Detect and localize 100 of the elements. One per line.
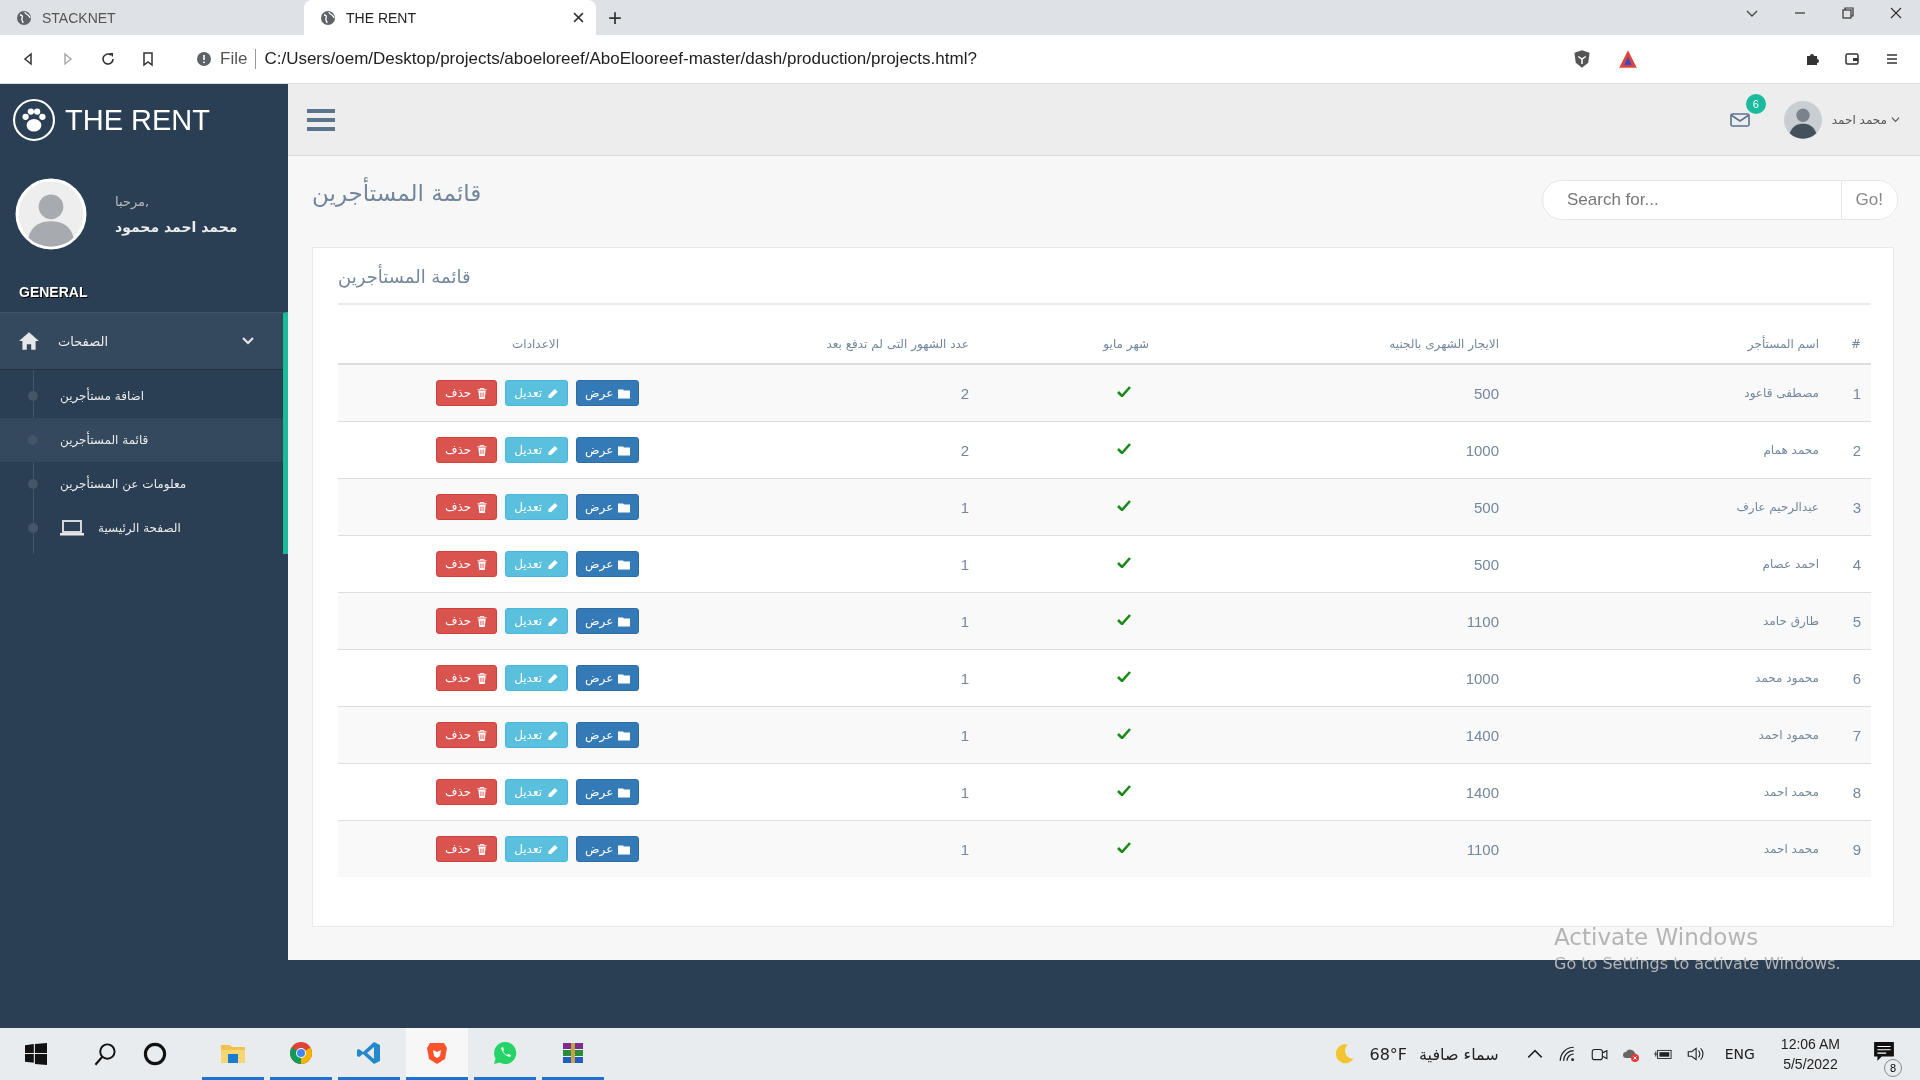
notification-icon[interactable] — [1873, 1041, 1895, 1063]
table-cell: 1400 — [1159, 706, 1509, 764]
activation-title: Activate Windows — [1554, 924, 1760, 950]
delete-button[interactable]: حذف — [436, 551, 498, 577]
user-name: محمد احمد محمود — [115, 218, 238, 235]
view-button[interactable]: عرض — [576, 608, 640, 634]
trash-icon — [476, 615, 489, 627]
folder-icon — [618, 615, 631, 627]
trash-icon — [476, 558, 489, 570]
pencil-icon — [547, 729, 559, 741]
pencil-icon — [547, 501, 559, 513]
view-button[interactable]: عرض — [576, 665, 640, 691]
view-button[interactable]: عرض — [576, 380, 640, 406]
close-icon[interactable] — [573, 12, 584, 23]
table-cell: 1100 — [1159, 592, 1509, 650]
trash-icon — [476, 444, 489, 456]
folder-icon — [618, 786, 631, 798]
envelope-icon[interactable] — [1729, 111, 1750, 128]
folder-icon — [618, 501, 631, 513]
submenu-item[interactable]: قائمة المستأجرين — [0, 418, 283, 462]
weather-temperature[interactable]: 68°F — [1369, 1044, 1407, 1064]
table-cell: 5 — [1829, 592, 1871, 650]
info-icon — [196, 51, 212, 67]
browser-tab[interactable]: STACKNET — [0, 0, 292, 35]
notification-badge: 6 — [1745, 93, 1766, 114]
greeting-text: مرحبا, — [115, 193, 151, 209]
table-cell: عبدالرحيم عارف — [1509, 478, 1829, 536]
globe-icon — [16, 9, 32, 26]
activation-text: Go to Settings to activate Windows. — [1554, 954, 1841, 973]
language-indicator[interactable]: ENG — [1724, 1046, 1755, 1062]
delete-button[interactable]: حذف — [436, 608, 498, 634]
search-field[interactable]: Search for... Go! — [1542, 180, 1898, 220]
delete-button[interactable]: حذف — [436, 437, 498, 463]
table-cell: 500 — [1159, 364, 1509, 422]
delete-button[interactable]: حذف — [436, 836, 498, 862]
user-menu[interactable]: محمد احمد — [1831, 112, 1900, 127]
trash-icon — [476, 843, 489, 855]
clock[interactable]: 12:06 AM 5/5/2022 — [1780, 1036, 1840, 1072]
view-button[interactable]: عرض — [576, 437, 640, 463]
menu-item[interactable]: الصفحات — [0, 313, 283, 370]
view-button[interactable]: عرض — [576, 722, 640, 748]
table-cell: 1 — [1829, 364, 1871, 422]
notification-count: 8 — [1884, 1059, 1902, 1077]
trash-icon — [476, 786, 489, 798]
submenu-item[interactable]: معلومات عن المستأجرين — [0, 462, 283, 506]
pencil-icon — [547, 558, 559, 570]
wifi-icon[interactable] — [1557, 1045, 1576, 1063]
table-cell: طارق حامد — [1509, 592, 1829, 650]
folder-icon — [618, 387, 631, 399]
app-logo[interactable]: THE RENT — [65, 103, 210, 137]
submenu-item[interactable]: الصفحة الرئيسية — [0, 506, 283, 550]
trash-icon — [476, 729, 489, 741]
folder-icon — [618, 729, 631, 741]
globe-icon — [320, 9, 336, 26]
speaker-icon[interactable] — [1685, 1045, 1704, 1063]
weather-text[interactable]: سماء صافية — [1419, 1044, 1499, 1064]
paw-icon — [13, 99, 55, 141]
view-button[interactable]: عرض — [576, 779, 640, 805]
trash-icon — [476, 672, 489, 684]
pencil-icon — [547, 387, 559, 399]
table-cell: 1100 — [1159, 820, 1509, 877]
table-cell: 9 — [1829, 820, 1871, 877]
pencil-icon — [547, 843, 559, 855]
laptop-icon — [60, 520, 84, 536]
folder-icon — [618, 672, 631, 684]
section-heading: GENERAL — [18, 283, 89, 302]
browser-tab[interactable]: THE RENT — [304, 0, 596, 35]
table-cell: 7 — [1829, 706, 1871, 764]
panel-title: قائمة المستأجرين — [338, 260, 1871, 305]
triangle-icon[interactable] — [1618, 49, 1638, 69]
go-button[interactable]: Go! — [1840, 181, 1897, 219]
delete-button[interactable]: حذف — [436, 779, 498, 805]
table-cell: محمود احمد — [1509, 706, 1829, 764]
folder-icon — [618, 843, 631, 855]
new-tab-button[interactable]: + — [596, 0, 634, 35]
table-cell: مصطفى قاعود — [1509, 364, 1829, 422]
submenu-item[interactable]: اضافة مستأجرين — [0, 374, 283, 418]
delete-button[interactable]: حذف — [436, 494, 498, 520]
delete-button[interactable]: حذف — [436, 665, 498, 691]
folder-icon — [618, 444, 631, 456]
avatar — [15, 178, 87, 250]
close-icon[interactable] — [1889, 5, 1903, 20]
chevron-icon — [1891, 115, 1900, 124]
folder-icon — [618, 558, 631, 570]
restore-icon[interactable] — [1841, 5, 1855, 20]
pencil-icon — [547, 786, 559, 798]
view-button[interactable]: عرض — [576, 836, 640, 862]
menu-icon[interactable] — [307, 107, 335, 132]
table-cell: 3 — [1829, 478, 1871, 536]
delete-button[interactable]: حذف — [436, 380, 498, 406]
shield-icon[interactable] — [1572, 49, 1592, 69]
avatar — [1783, 100, 1822, 139]
view-button[interactable]: عرض — [576, 494, 640, 520]
home-icon — [18, 331, 40, 351]
view-button[interactable]: عرض — [576, 551, 640, 577]
trash-icon — [476, 387, 489, 399]
delete-button[interactable]: حذف — [436, 722, 498, 748]
pencil-icon — [547, 615, 559, 627]
table-cell: محمد احمد — [1509, 820, 1829, 877]
pencil-icon — [547, 672, 559, 684]
